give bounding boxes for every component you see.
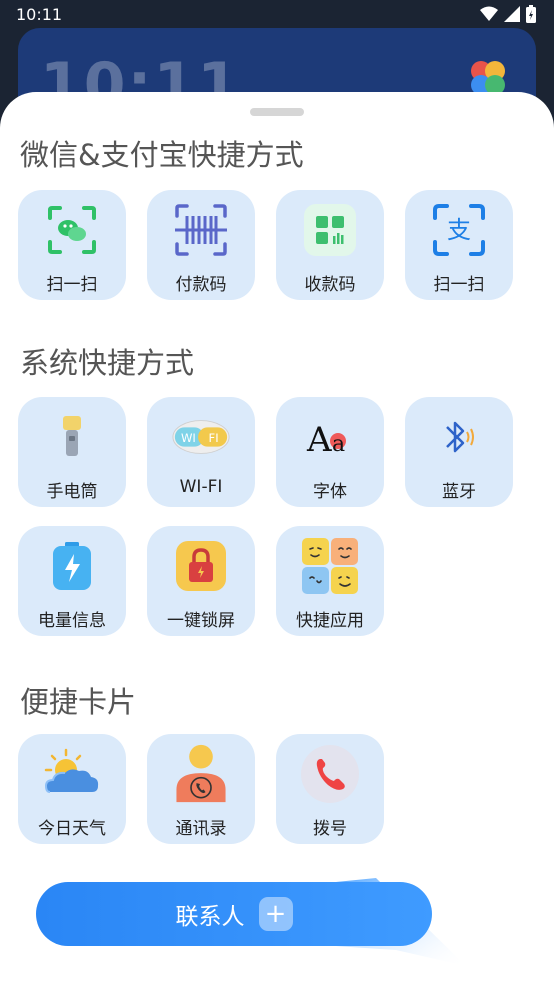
font-icon: A a xyxy=(306,420,346,457)
section-title-cards: 便捷卡片 xyxy=(20,685,137,719)
weather-icon xyxy=(44,748,99,793)
tile-quick-apps[interactable]: 快捷应用 xyxy=(276,526,384,636)
flashlight-icon xyxy=(63,416,81,456)
tile-label: 今日天气 xyxy=(38,819,106,839)
svg-text:WI: WI xyxy=(181,431,196,445)
tile-label: 扫一扫 xyxy=(433,275,485,295)
section-title-system: 系统快捷方式 xyxy=(20,346,195,380)
status-bar: 10:11 xyxy=(0,0,554,30)
tile-label: 付款码 xyxy=(175,275,227,295)
tile-label: 手电筒 xyxy=(46,482,98,502)
tile-font[interactable]: A a 字体 xyxy=(276,397,384,507)
tile-weather[interactable]: 今日天气 xyxy=(18,734,126,844)
cell-signal-icon xyxy=(504,6,520,22)
shortcuts-sheet: 微信&支付宝快捷方式 扫一扫 付款码 收款码 支 扫一扫 系统快捷方式 手电筒 … xyxy=(0,92,554,984)
tile-dial[interactable]: 拨号 xyxy=(276,734,384,844)
plus-icon: + xyxy=(258,897,293,931)
battery-status-icon xyxy=(526,5,536,23)
svg-text:支: 支 xyxy=(447,216,471,244)
tile-label: 通讯录 xyxy=(175,819,227,839)
receive-code-icon xyxy=(304,204,356,256)
tile-label: WI-FI xyxy=(179,477,223,497)
contacts-icon xyxy=(176,744,226,803)
wechat-scan-icon xyxy=(48,206,96,254)
tile-label: 一键锁屏 xyxy=(167,611,235,631)
payment-code-icon xyxy=(175,204,227,256)
svg-text:A: A xyxy=(306,420,332,457)
tile-label: 收款码 xyxy=(304,275,356,295)
tile-label: 蓝牙 xyxy=(442,482,476,502)
dial-icon xyxy=(301,745,359,803)
tile-wechat-scan[interactable]: 扫一扫 xyxy=(18,190,126,300)
wifi-signal-icon xyxy=(480,6,498,21)
wifi-icon: WI FI xyxy=(172,420,230,454)
tile-battery[interactable]: 电量信息 xyxy=(18,526,126,636)
svg-text:FI: FI xyxy=(209,431,219,445)
tile-payment-code[interactable]: 付款码 xyxy=(147,190,255,300)
tile-flashlight[interactable]: 手电筒 xyxy=(18,397,126,507)
drag-handle[interactable] xyxy=(250,108,304,116)
lock-screen-icon xyxy=(176,541,226,591)
tile-label: 电量信息 xyxy=(38,611,106,631)
quick-apps-icon xyxy=(302,538,358,594)
tile-label: 扫一扫 xyxy=(46,275,98,295)
bluetooth-icon xyxy=(446,421,474,453)
tile-wifi[interactable]: WI FI WI-FI xyxy=(147,397,255,507)
alipay-scan-icon: 支 xyxy=(433,204,485,256)
svg-text:a: a xyxy=(332,432,345,457)
tile-alipay-scan[interactable]: 支 扫一扫 xyxy=(405,190,513,300)
tile-label: 字体 xyxy=(313,482,347,502)
tile-contacts[interactable]: 通讯录 xyxy=(147,734,255,844)
add-contact-button[interactable]: 联系人 + xyxy=(36,882,432,946)
tile-bluetooth[interactable]: 蓝牙 xyxy=(405,397,513,507)
tile-lock-screen[interactable]: 一键锁屏 xyxy=(147,526,255,636)
status-time: 10:11 xyxy=(16,5,63,24)
contact-button-area: 联系人 + xyxy=(36,878,476,984)
tile-label: 快捷应用 xyxy=(296,611,364,631)
tile-receive-code[interactable]: 收款码 xyxy=(276,190,384,300)
battery-icon xyxy=(53,542,91,590)
add-contact-label: 联系人 xyxy=(175,904,245,930)
tile-label: 拨号 xyxy=(313,819,347,839)
section-title-wechat-alipay: 微信&支付宝快捷方式 xyxy=(20,138,304,172)
